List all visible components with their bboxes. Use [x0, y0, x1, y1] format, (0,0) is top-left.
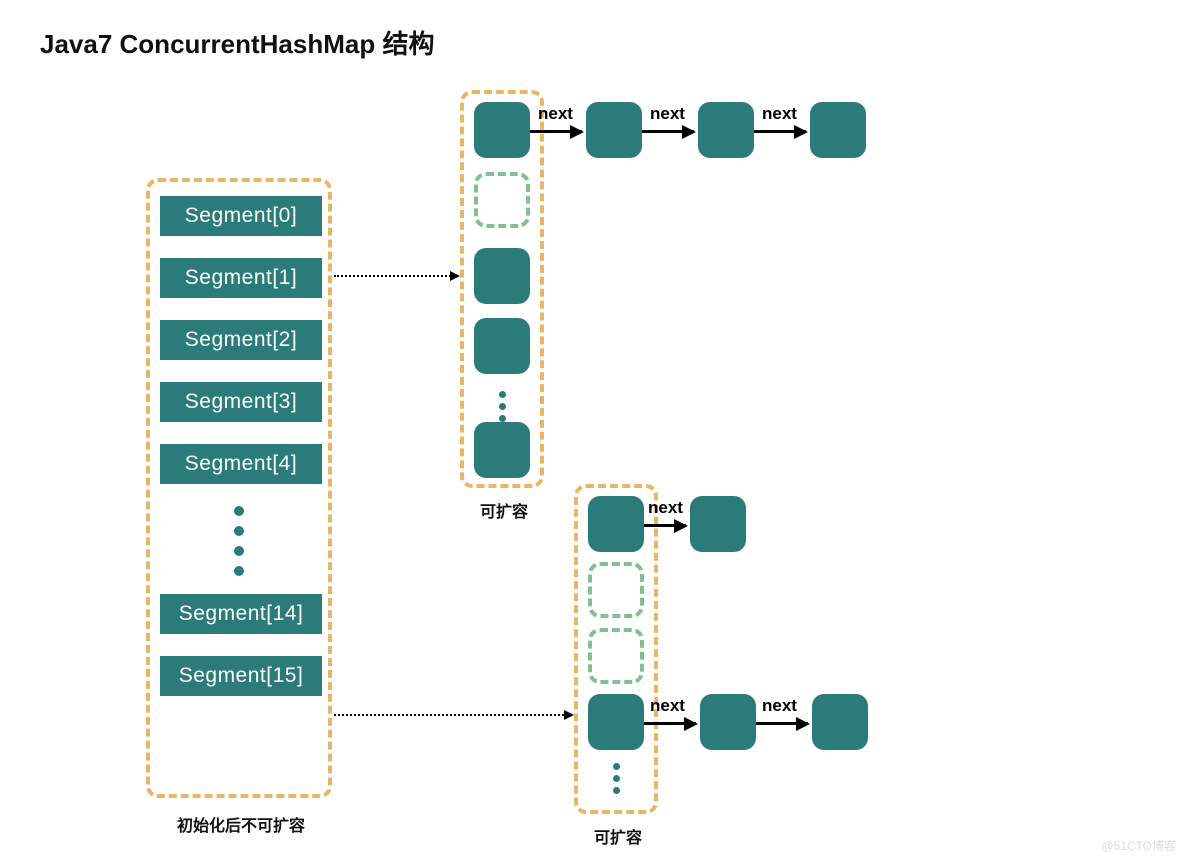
next-label-2-1: next [650, 696, 685, 716]
entry1-bucket0 [474, 102, 530, 158]
entry2-bucket2-empty [588, 628, 644, 684]
chain2b-node2 [812, 694, 868, 750]
segment-2: Segment[2] [160, 320, 322, 360]
arrow-2-2 [756, 722, 808, 725]
segment-3: Segment[3] [160, 382, 322, 422]
entry1-bucket-last [474, 422, 530, 478]
next-label-1-0: next [538, 104, 573, 124]
segment-4: Segment[4] [160, 444, 322, 484]
segment-0: Segment[0] [160, 196, 322, 236]
chain1-node2 [698, 102, 754, 158]
watermark: @51CTO博客 [1101, 837, 1176, 854]
segment-1: Segment[1] [160, 258, 322, 298]
segment-array-box: Segment[0] Segment[1] Segment[2] Segment… [146, 178, 332, 798]
entry1-bucket1-empty [474, 172, 530, 228]
next-label-2-2: next [762, 696, 797, 716]
chain2a-node1 [690, 496, 746, 552]
diagram-title: Java7 ConcurrentHashMap 结构 [40, 24, 434, 61]
chain1-node1 [586, 102, 642, 158]
map-arrow-seg1 [334, 275, 458, 277]
entry-array-1-caption: 可扩容 [474, 498, 534, 522]
next-label-2-0: next [648, 498, 683, 518]
entry2-ellipsis [588, 758, 644, 799]
entry1-bucket2 [474, 248, 530, 304]
entry-array-2-caption: 可扩容 [588, 824, 648, 848]
next-label-1-2: next [762, 104, 797, 124]
next-label-1-1: next [650, 104, 685, 124]
arrow-1-1 [642, 130, 694, 133]
arrow-2-1 [644, 722, 696, 725]
entry2-bucket1-empty [588, 562, 644, 618]
entry1-bucket3 [474, 318, 530, 374]
map-arrow-seg14 [334, 714, 572, 716]
segments-caption: 初始化后不可扩容 [166, 812, 316, 836]
arrow-1-0 [530, 130, 582, 133]
chain1-node3 [810, 102, 866, 158]
chain2b-node1 [700, 694, 756, 750]
arrow-2-0 [644, 524, 686, 527]
entry2-bucket0 [588, 496, 644, 552]
segment-14: Segment[14] [160, 594, 322, 634]
arrow-1-2 [754, 130, 806, 133]
segment-15: Segment[15] [160, 656, 322, 696]
entry1-ellipsis [474, 386, 530, 427]
segment-ellipsis [160, 506, 318, 576]
entry2-bucket3 [588, 694, 644, 750]
